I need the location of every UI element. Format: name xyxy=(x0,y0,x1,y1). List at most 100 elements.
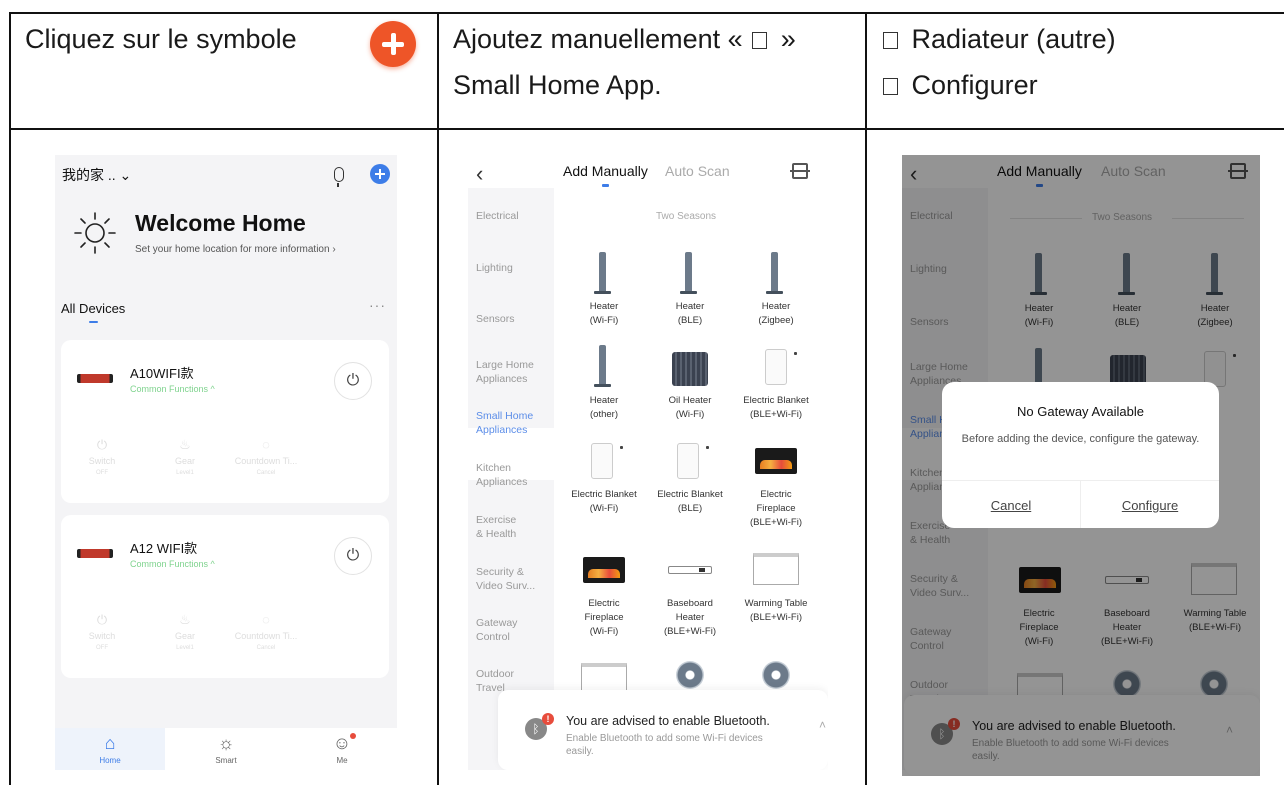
category-item-selected[interactable]: Small Home Appliances xyxy=(476,409,533,437)
category-item[interactable]: Kitchen Appliances xyxy=(476,461,527,489)
power-icon: ⏻ xyxy=(96,612,108,627)
product-item[interactable]: Oil Heater (Wi-Fi) xyxy=(646,394,734,422)
function-label: Gear xyxy=(174,456,195,466)
tab-home[interactable]: ⌂ Home xyxy=(55,728,165,770)
section-title: Two Seasons xyxy=(656,211,717,222)
function-countdown[interactable]: ◌ Countdown Ti... Cancel xyxy=(231,610,301,654)
product-item[interactable]: Electric Fireplace (BLE+Wi-Fi) xyxy=(732,488,820,530)
tab-me[interactable]: ☺ Me xyxy=(287,728,397,770)
header-cell-2-line-1: Ajoutez manuellement « » xyxy=(453,16,796,62)
category-item[interactable]: Large Home Appliances xyxy=(476,358,534,386)
category-item[interactable]: Sensors xyxy=(476,312,515,326)
device-common-functions[interactable]: Common Functions ^ xyxy=(130,384,215,394)
timer-icon: ◌ xyxy=(262,437,270,452)
phone-screenshot-add-manually: ‹ Add Manually Auto Scan Electrical Ligh… xyxy=(468,155,828,770)
tab-add-manually[interactable]: Add Manually xyxy=(563,163,648,179)
electric-blanket-image xyxy=(765,349,797,385)
device-common-functions[interactable]: Common Functions ^ xyxy=(130,559,215,569)
bottom-tab-bar: ⌂ Home ☼ Smart ☺ Me xyxy=(55,728,397,770)
oil-heater-image xyxy=(672,352,708,386)
product-item[interactable]: Heater (other) xyxy=(560,394,648,422)
chevron-up-icon[interactable]: ˄ xyxy=(819,718,826,732)
function-countdown[interactable]: ◌ Countdown Ti... Cancel xyxy=(231,435,301,479)
function-label: Switch xyxy=(88,456,116,466)
bluetooth-subtitle: Enable Bluetooth to add some Wi-Fi devic… xyxy=(566,733,763,757)
no-gateway-dialog: No Gateway Available Before adding the d… xyxy=(942,382,1219,528)
category-item[interactable]: Exercise & Health xyxy=(476,513,516,541)
phone-screenshot-gateway-dialog: ‹ Add Manually Auto Scan Electrical Ligh… xyxy=(902,155,1260,776)
home-selector[interactable]: 我的家 .. ⌄ xyxy=(62,165,131,185)
fireplace-image xyxy=(755,448,797,474)
header-cell-3-line-1: Radiateur (autre) xyxy=(881,16,1116,62)
category-item[interactable]: Gateway Control xyxy=(476,616,517,644)
heater-other-image xyxy=(594,345,611,387)
device-card[interactable]: A10WIFI款 Common Functions ^ ⏻ ⏻ Switch O… xyxy=(61,340,389,503)
tab-underline xyxy=(602,184,609,187)
heater-ble-image xyxy=(680,252,697,294)
alert-badge: ! xyxy=(542,713,554,725)
more-menu-icon[interactable]: ··· xyxy=(369,297,386,313)
plus-circle-icon xyxy=(370,21,416,67)
product-item[interactable]: Electric Blanket (BLE) xyxy=(646,488,734,516)
heater-thumbnail xyxy=(77,374,113,383)
function-label: Gear xyxy=(174,631,195,641)
bluetooth-banner[interactable]: ᛒ ! You are advised to enable Bluetooth.… xyxy=(498,690,828,770)
table-border-left xyxy=(9,12,11,785)
sun-icon xyxy=(74,212,116,254)
product-item[interactable]: Baseboard Heater (BLE+Wi-Fi) xyxy=(646,597,734,639)
fireplace-image xyxy=(583,557,625,583)
function-state: OFF xyxy=(96,645,108,651)
fan-heater-image xyxy=(676,661,704,689)
power-button[interactable]: ⏻ xyxy=(334,537,372,575)
function-state: Level1 xyxy=(176,645,194,651)
microphone-icon[interactable] xyxy=(334,167,344,187)
tab-auto-scan[interactable]: Auto Scan xyxy=(665,163,730,179)
tab-label: Me xyxy=(336,756,348,765)
scan-icon[interactable] xyxy=(790,163,810,179)
device-card[interactable]: A12 WIFI款 Common Functions ^ ⏻ ⏻ Switch … xyxy=(61,515,389,678)
product-item[interactable]: Heater (Wi-Fi) xyxy=(560,300,648,328)
header-cell-1-text: Cliquez sur le symbole xyxy=(25,24,297,54)
header-cell-3-line-2-text: Configurer xyxy=(911,70,1038,100)
function-switch[interactable]: ⏻ Switch OFF xyxy=(67,610,137,654)
tab-label: Smart xyxy=(215,756,237,765)
table-divider-1 xyxy=(437,12,439,785)
category-item[interactable]: Security & Video Surv... xyxy=(476,565,535,593)
notification-dot xyxy=(350,733,356,739)
baseboard-heater-image xyxy=(668,566,712,574)
header-cell-3-line-1-text: Radiateur (autre) xyxy=(911,24,1116,54)
home-icon: ⌂ xyxy=(104,733,116,753)
configure-button[interactable]: Configure xyxy=(1081,498,1219,513)
back-icon[interactable]: ‹ xyxy=(476,161,483,187)
heat-waves-icon: ♨ xyxy=(179,437,191,452)
function-label: Switch xyxy=(88,631,116,641)
heat-waves-icon: ♨ xyxy=(179,612,191,627)
add-device-icon[interactable] xyxy=(370,164,390,184)
timer-icon: ◌ xyxy=(262,612,270,627)
product-item[interactable]: Electric Blanket (Wi-Fi) xyxy=(560,488,648,516)
header-cell-2-pre: Ajoutez manuellement « xyxy=(453,24,743,54)
function-label: Countdown Ti... xyxy=(234,456,298,466)
all-devices-tab[interactable]: All Devices xyxy=(61,301,125,316)
cancel-button[interactable]: Cancel xyxy=(942,498,1080,513)
welcome-subtitle[interactable]: Set your home location for more informat… xyxy=(135,244,336,255)
placeholder-box-icon xyxy=(883,78,898,95)
function-gear[interactable]: ♨ Gear Level1 xyxy=(150,435,220,479)
tab-smart[interactable]: ☼ Smart xyxy=(171,728,281,770)
tab-underline xyxy=(89,321,98,323)
function-gear[interactable]: ♨ Gear Level1 xyxy=(150,610,220,654)
electric-blanket-image xyxy=(677,443,709,479)
function-state: Cancel xyxy=(256,645,276,651)
product-item[interactable]: Heater (Zigbee) xyxy=(732,300,820,328)
function-switch[interactable]: ⏻ Switch OFF xyxy=(67,435,137,479)
product-item[interactable]: Electric Fireplace (Wi-Fi) xyxy=(560,597,648,639)
welcome-title: Welcome Home xyxy=(135,210,306,236)
category-item[interactable]: Lighting xyxy=(476,261,513,275)
product-item[interactable]: Warming Table (BLE+Wi-Fi) xyxy=(732,597,820,625)
power-button[interactable]: ⏻ xyxy=(334,362,372,400)
product-item[interactable]: Heater (BLE) xyxy=(646,300,734,328)
function-label: Countdown Ti... xyxy=(234,631,298,641)
category-item[interactable]: Electrical xyxy=(476,209,519,223)
product-item[interactable]: Electric Blanket (BLE+Wi-Fi) xyxy=(732,394,820,422)
user-icon: ☺ xyxy=(332,733,352,753)
